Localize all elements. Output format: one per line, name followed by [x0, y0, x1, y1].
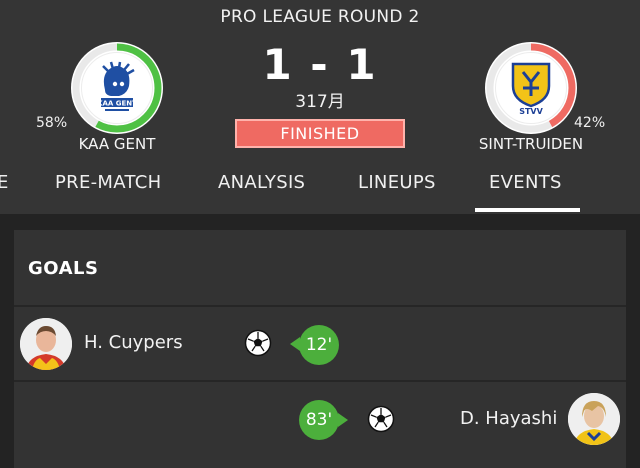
minute-pointer: [338, 413, 348, 427]
gent-crest-text: KAA GENT: [97, 100, 137, 108]
tab-analysis[interactable]: ANALYSIS: [218, 172, 305, 193]
soccer-ball-icon: [367, 405, 395, 433]
goal-minute-badge: 83': [299, 400, 339, 440]
home-team-name[interactable]: KAA GENT: [37, 135, 197, 153]
goal-minute-badge: 12': [299, 325, 339, 365]
player-avatar-cuypers[interactable]: [20, 318, 72, 370]
match-date: 317月: [295, 92, 345, 112]
match-tab-bar: E PRE-MATCH ANALYSIS LINEUPS EVENTS: [0, 168, 640, 214]
stvv-logo: STVV: [495, 52, 567, 124]
home-team-crest[interactable]: KAA GENT: [71, 42, 163, 134]
divider: [14, 380, 626, 382]
tab-pre-match[interactable]: PRE-MATCH: [55, 172, 161, 193]
gent-logo: KAA GENT: [81, 52, 153, 124]
match-score: 1 - 1: [262, 40, 378, 89]
goal-scorer-name[interactable]: D. Hayashi: [460, 408, 557, 429]
player-avatar-hayashi[interactable]: [568, 393, 620, 445]
stvv-shield-icon: STVV: [511, 62, 551, 116]
soccer-ball-icon: [244, 329, 272, 357]
goals-card: GOALS H. Cuypers 12' 83' D. Hayashi: [14, 230, 626, 468]
tab-overview-partial[interactable]: E: [0, 172, 9, 193]
gent-buffalo-icon: KAA GENT: [97, 61, 137, 111]
divider: [14, 305, 626, 307]
round-title: PRO LEAGUE ROUND 2: [220, 7, 420, 27]
tab-events[interactable]: EVENTS: [489, 172, 562, 193]
player-portrait-icon: [20, 318, 72, 370]
player-portrait-icon: [568, 393, 620, 445]
away-possession-percent: 42%: [574, 115, 606, 131]
stvv-crest-text: STVV: [519, 107, 543, 116]
match-status-badge: FINISHED: [235, 119, 405, 148]
goal-minute: 12': [305, 335, 333, 355]
match-status-label: FINISHED: [280, 124, 360, 143]
match-header: PRO LEAGUE ROUND 2 KAA GENT 58% KAA GENT…: [0, 0, 640, 214]
away-team-crest[interactable]: STVV: [485, 42, 577, 134]
active-tab-indicator: [475, 208, 580, 212]
goal-scorer-name[interactable]: H. Cuypers: [84, 332, 183, 353]
away-team-name[interactable]: SINT-TRUIDEN: [451, 135, 611, 153]
tab-lineups[interactable]: LINEUPS: [358, 172, 436, 193]
home-possession-percent: 58%: [36, 115, 68, 131]
goals-section-title: GOALS: [28, 258, 99, 279]
goal-minute: 83': [305, 410, 333, 430]
